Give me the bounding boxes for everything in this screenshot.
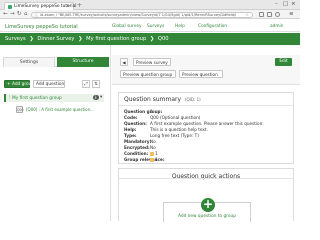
plus-icon[interactable]: + xyxy=(201,198,215,212)
summary-key: Help: xyxy=(124,127,137,132)
nav-global-survey[interactable]: Global survey xyxy=(112,24,142,29)
browser-toolbar: ← → ↻ ⌂ ⓘ id-exam / "BE/AEl.TRE/survey/a… xyxy=(0,10,300,19)
site-logo[interactable]: LimeSurvey peppeSo tutorial xyxy=(5,24,78,30)
breadcrumb-separator: ❯ xyxy=(78,36,83,42)
new-tab-button[interactable]: + xyxy=(77,2,82,9)
window-close-icon[interactable]: × xyxy=(291,1,296,7)
divider xyxy=(118,178,294,179)
chevron-down-icon[interactable]: ▾ xyxy=(100,95,102,100)
nav-configuration[interactable]: Configuration xyxy=(198,24,227,29)
breadcrumb-group[interactable]: My first question group xyxy=(86,36,146,42)
back-button[interactable]: ◀ xyxy=(120,58,128,66)
question-label[interactable]: [Q00] : A first example question... xyxy=(26,107,94,112)
reorder-icon[interactable]: ⇅ xyxy=(92,80,100,88)
add-new-question-label[interactable]: Add new question to group xyxy=(164,214,250,219)
summary-value: Q00 (Optional question) xyxy=(150,115,201,120)
sidebar-question[interactable]: Q00 [Q00] : A first example question... xyxy=(16,106,104,113)
sidebar-group[interactable]: ⋮ My first question group i ▾ xyxy=(4,94,104,102)
expand-icon[interactable]: ⤢ xyxy=(82,80,90,88)
home-icon[interactable]: ⌂ xyxy=(24,11,28,17)
preview-question-group-button[interactable]: Preview question group xyxy=(120,70,176,78)
summary-value: 1 xyxy=(150,157,158,162)
summary-value: No xyxy=(150,145,156,150)
breadcrumb-separator: ❯ xyxy=(149,36,155,42)
condition-flag-icon xyxy=(150,152,154,156)
breadcrumb: Surveys ❯ Dinner Survey ❯ My first quest… xyxy=(0,33,300,45)
edit-button[interactable]: Edit xyxy=(275,58,292,66)
account-icon[interactable] xyxy=(275,11,280,17)
nav-help[interactable]: Help xyxy=(175,24,185,29)
reload-icon[interactable]: ↻ xyxy=(17,11,22,17)
site-info-icon[interactable]: ⓘ xyxy=(34,13,38,19)
summary-key: Encrypted: xyxy=(124,145,150,150)
summary-key: Mandatory: xyxy=(124,139,152,144)
browser-tab[interactable]: LimeSurvey peppeSo tutorial × xyxy=(4,2,76,10)
add-new-question-card[interactable]: + Add new question to group xyxy=(163,198,251,222)
summary-value: No xyxy=(150,139,156,144)
add-question-button[interactable]: Add question xyxy=(33,80,65,88)
browser-titlebar: LimeSurvey peppeSo tutorial × + – □ × xyxy=(0,0,300,10)
tab-structure[interactable]: Structure xyxy=(57,57,109,67)
group-label[interactable]: My first question group xyxy=(12,96,62,101)
summary-key: Question: xyxy=(124,121,147,126)
summary-value: 1 xyxy=(150,109,153,114)
question-icon: Q00 xyxy=(16,106,24,113)
condition-value: 1 xyxy=(155,151,158,156)
menu-icon[interactable]: ≡ xyxy=(289,11,294,17)
nav-surveys[interactable]: Surveys xyxy=(147,24,164,29)
qid-label: (QID: 1) xyxy=(184,97,201,102)
summary-value: 1 xyxy=(150,151,158,156)
favicon-icon xyxy=(8,5,12,9)
question-summary-panel: Question summary (QID: 1) Question group… xyxy=(118,92,294,164)
sidebar-divider xyxy=(110,45,111,221)
minimize-icon[interactable]: – xyxy=(275,1,278,7)
add-group-button[interactable]: + Add group xyxy=(4,80,34,88)
app-navbar: LimeSurvey peppeSo tutorial Global surve… xyxy=(0,20,300,32)
tab-close-icon[interactable]: × xyxy=(66,4,70,9)
breadcrumb-survey[interactable]: Dinner Survey xyxy=(37,36,74,42)
summary-value: This is a question help text. xyxy=(150,127,208,132)
breadcrumb-question: Q00 xyxy=(157,36,169,42)
maximize-icon[interactable]: □ xyxy=(283,1,288,7)
library-icon[interactable] xyxy=(259,11,264,17)
question-toolbar: ◀ Preview survey Preview question group … xyxy=(112,55,300,85)
url-text[interactable]: id-exam / "BE/AEl.TRE/survey/adrulis/sur… xyxy=(40,13,236,17)
drag-handle-icon[interactable]: ⋮ xyxy=(7,95,12,100)
summary-value: Long free text (Type: T) xyxy=(150,133,199,138)
summary-key: Group relevance: xyxy=(124,157,165,162)
preview-question-button[interactable]: Preview question xyxy=(179,70,223,78)
bookmark-star-icon[interactable]: ☆ xyxy=(245,13,249,18)
summary-value: A first example question. Please answer … xyxy=(150,121,264,126)
quick-actions-panel: Question quick actions + Add new questio… xyxy=(118,168,294,222)
summary-key: Type: xyxy=(124,133,137,138)
breadcrumb-surveys[interactable]: Surveys xyxy=(5,36,26,42)
summary-title: Question summary (QID: 1) xyxy=(124,96,201,103)
sidebar-icon[interactable] xyxy=(267,11,272,17)
preview-survey-button[interactable]: Preview survey xyxy=(133,58,171,66)
forward-icon[interactable]: → xyxy=(10,11,15,17)
summary-key: Condition: xyxy=(124,151,149,156)
back-icon[interactable]: ← xyxy=(3,11,8,17)
relevance-value: 1 xyxy=(155,157,158,162)
summary-title-text: Question summary xyxy=(124,96,182,103)
breadcrumb-separator: ❯ xyxy=(29,36,34,42)
sidebar: Settings Structure + Add group Add quest… xyxy=(0,57,110,221)
summary-key: Code: xyxy=(124,115,138,120)
sidebar-tabs: Settings Structure xyxy=(3,57,109,67)
divider xyxy=(119,105,293,106)
summary-key: Question group: xyxy=(124,109,163,114)
info-icon[interactable]: i xyxy=(93,94,99,101)
address-bar[interactable]: ⓘ id-exam / "BE/AEl.TRE/survey/adrulis/s… xyxy=(31,11,253,19)
tab-settings[interactable]: Settings xyxy=(3,57,55,67)
nav-admin[interactable]: admin xyxy=(270,24,283,29)
relevance-flag-icon xyxy=(150,158,154,162)
